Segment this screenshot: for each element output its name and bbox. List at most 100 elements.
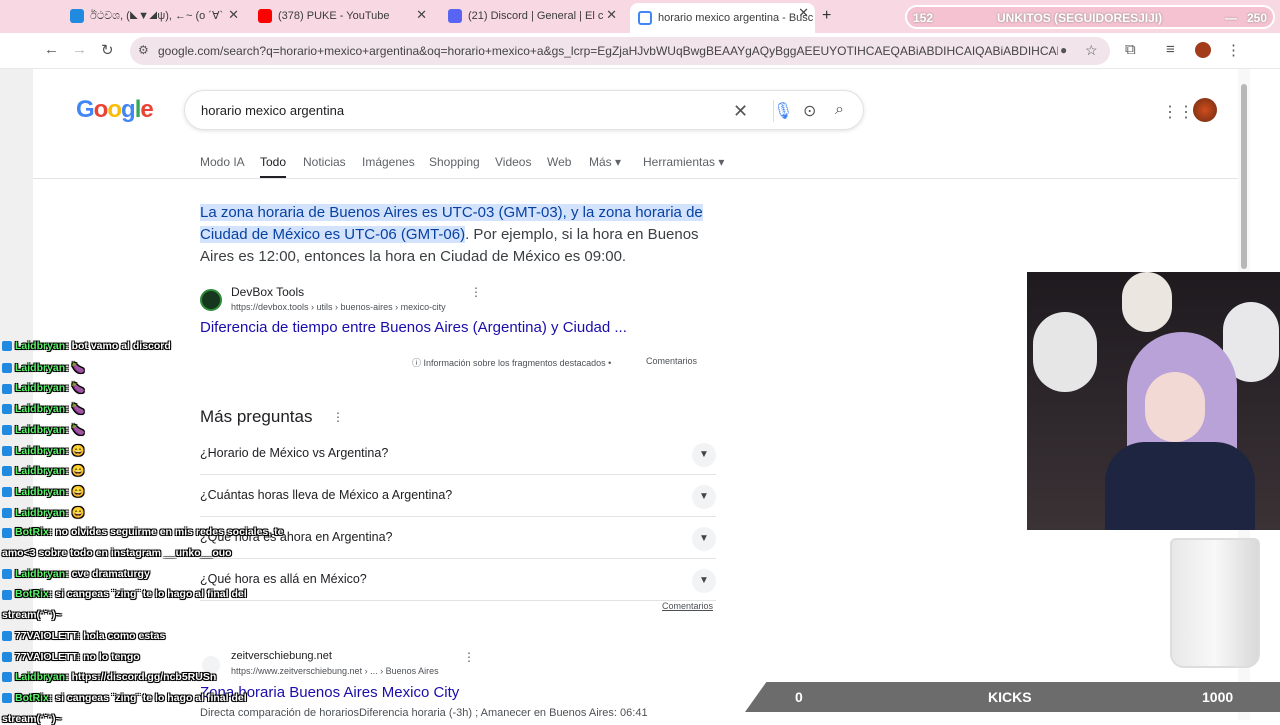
- tab-mas[interactable]: Más ▾: [589, 155, 621, 169]
- forward-icon[interactable]: →: [72, 41, 87, 58]
- tab-herramientas[interactable]: Herramientas ▾: [643, 155, 724, 169]
- chat-message: 77VAIOLETT: hola como estas: [2, 630, 165, 642]
- chat-text: : 🍆: [65, 403, 85, 416]
- chat-badge-icon: [2, 527, 12, 538]
- address-bar[interactable]: ⚙ google.com/search?q=horario+mexico+arg…: [130, 37, 1110, 65]
- mic-icon[interactable]: 🎙: [773, 101, 793, 121]
- comments-link[interactable]: Comentarios: [662, 601, 713, 611]
- media-icon[interactable]: ≡: [1166, 41, 1175, 58]
- chat-message: Laidbryan: bot vamo al discord: [2, 340, 171, 352]
- browser-tab[interactable]: (378) PUKE - YouTube ✕: [258, 5, 433, 27]
- reload-icon[interactable]: ↻: [101, 41, 114, 59]
- streamer-shirt: [1105, 442, 1255, 530]
- bookmark-star-icon[interactable]: ☆: [1085, 42, 1098, 59]
- chat-username: Laidbryan: [15, 423, 66, 436]
- browser-tab-active[interactable]: horario mexico argentina - Busc ✕: [630, 3, 815, 33]
- streamer-face: [1145, 372, 1205, 442]
- chat-text: : 😄: [65, 485, 85, 498]
- chat-username: 77VAIOLETT: [15, 650, 77, 663]
- comments-link[interactable]: Comentarios: [646, 356, 697, 366]
- tab-shopping[interactable]: Shopping: [429, 155, 480, 169]
- close-icon[interactable]: ✕: [228, 7, 239, 23]
- avatar[interactable]: [1193, 98, 1217, 122]
- url-text: google.com/search?q=horario+mexico+argen…: [158, 44, 1058, 58]
- tab-title: horario mexico argentina - Busc: [658, 12, 814, 24]
- tab-imagenes[interactable]: Imágenes: [362, 155, 415, 169]
- close-icon[interactable]: ✕: [416, 7, 427, 23]
- chat-text: : 🍆: [65, 361, 85, 374]
- source-url[interactable]: https://devbox.tools › utils › buenos-ai…: [231, 302, 446, 312]
- google-logo[interactable]: Google: [76, 96, 154, 124]
- chat-badge-icon: [2, 507, 12, 518]
- chat-text: : 😄: [65, 506, 85, 519]
- followers-goal: 250: [1247, 11, 1268, 25]
- chat-text: : bot vamo al discord: [65, 340, 171, 352]
- chat-message: Laidbryan: 🍆: [2, 423, 85, 436]
- chat-username: Laidbryan: [15, 403, 66, 416]
- tab-modo-ia[interactable]: Modo IA: [200, 155, 245, 169]
- location-icon[interactable]: ●: [1060, 43, 1067, 57]
- close-icon[interactable]: ✕: [798, 5, 809, 21]
- webcam-feed: [1027, 272, 1280, 530]
- chat-username: Laidbryan: [15, 444, 66, 457]
- help-icon: ⓘ: [412, 358, 424, 368]
- chat-message: stream(ᵔ˘ᵔ)~: [2, 713, 62, 725]
- tab-web[interactable]: Web: [547, 155, 571, 169]
- chevron-down-icon[interactable]: ▼: [692, 569, 716, 593]
- profile-avatar[interactable]: [1195, 42, 1211, 58]
- featured-info-label: Información sobre los fragmentos destaca…: [423, 358, 606, 368]
- kicks-goal-bar: 0 KICKS 1000: [745, 682, 1280, 712]
- chat-text: : hola como estas: [76, 629, 166, 642]
- browser-tab[interactable]: ඊථවශ, (◣▼◢ψ), ←~ (o ´∀` ✕: [70, 5, 245, 27]
- chat-badge-icon: [2, 362, 12, 373]
- close-icon[interactable]: ✕: [606, 7, 617, 23]
- chat-message: Laidbryan: 🍆: [2, 361, 85, 374]
- more-options-icon[interactable]: ⋮: [332, 410, 344, 424]
- chat-message: BotRix: si cangeas ¨zing¨ te lo hago al …: [2, 588, 247, 600]
- chat-badge-icon: [2, 693, 12, 704]
- more-options-icon[interactable]: ⋮: [463, 650, 475, 664]
- chat-message: BotRix: si cangeas ¨zing¨ te lo hago al …: [2, 692, 247, 704]
- more-options-icon[interactable]: ⋮: [470, 285, 482, 299]
- tab-title: (378) PUKE - YouTube: [278, 10, 390, 22]
- chevron-down-icon[interactable]: ▼: [692, 485, 716, 509]
- chat-text: stream(ᵔ˘ᵔ)~: [2, 712, 62, 725]
- plush-toy: [1033, 312, 1097, 392]
- chat-message: amo<3 sobre todo en instagram __unko__ou…: [2, 547, 232, 559]
- search-icon[interactable]: ⌕: [835, 101, 844, 119]
- lens-icon[interactable]: ⊙: [803, 101, 816, 121]
- minimize-icon[interactable]: —: [1225, 11, 1237, 25]
- chat-message: stream(ᵔ˘ᵔ)~: [2, 609, 62, 621]
- chat-username: Laidbryan: [15, 340, 66, 352]
- menu-icon[interactable]: ⋮: [1226, 41, 1241, 59]
- chat-badge-icon: [2, 445, 12, 456]
- chat-text: : cve dramaturgy: [65, 567, 150, 580]
- chat-badge-icon: [2, 341, 12, 352]
- extensions-icon[interactable]: ⧉: [1125, 41, 1136, 58]
- tab-noticias[interactable]: Noticias: [303, 155, 346, 169]
- browser-tab[interactable]: (21) Discord | General | El c ✕: [448, 5, 623, 27]
- tab-todo[interactable]: Todo: [260, 155, 287, 179]
- divider: [33, 178, 1238, 179]
- tab-videos[interactable]: Videos: [495, 155, 531, 169]
- search-input[interactable]: horario mexico argentina: [201, 103, 344, 118]
- stream-chat-overlay: Laidbryan: bot vamo al discord Laidbryan:…: [0, 340, 283, 725]
- result-link[interactable]: Diferencia de tiempo entre Buenos Aires …: [200, 319, 627, 336]
- chat-username: BotRix: [15, 588, 49, 601]
- glass-cup-image: [1170, 538, 1260, 668]
- scrollbar-thumb[interactable]: [1241, 84, 1247, 269]
- chat-badge-icon: [2, 404, 12, 415]
- chevron-down-icon[interactable]: ▼: [692, 443, 716, 467]
- chat-badge-icon: [2, 383, 12, 394]
- search-box[interactable]: horario mexico argentina ✕ 🎙 ⊙ ⌕: [184, 90, 864, 130]
- source-name[interactable]: DevBox Tools: [231, 285, 304, 299]
- back-icon[interactable]: ←: [44, 41, 59, 58]
- featured-info-link[interactable]: ⓘ Información sobre los fragmentos desta…: [412, 356, 611, 369]
- chat-text: : no lo tengo: [76, 650, 140, 663]
- chat-text: amo<3 sobre todo en instagram __unko__ou…: [2, 547, 232, 559]
- chevron-down-icon[interactable]: ▼: [692, 527, 716, 551]
- chat-message: Laidbryan: cve dramaturgy: [2, 568, 150, 580]
- new-tab-icon[interactable]: +: [822, 7, 831, 25]
- clear-icon[interactable]: ✕: [733, 101, 748, 122]
- site-info-icon[interactable]: ⚙: [138, 43, 149, 57]
